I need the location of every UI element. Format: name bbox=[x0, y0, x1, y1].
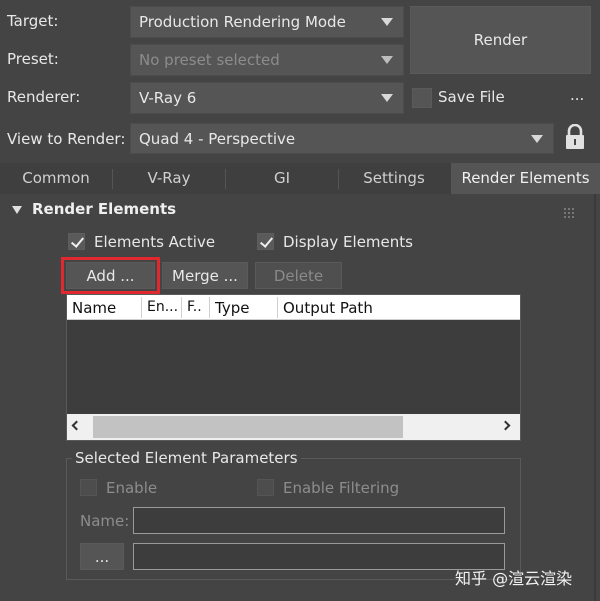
merge-button-label: Merge ... bbox=[172, 267, 238, 285]
watermark-text: 知乎 @渲云渲染 bbox=[455, 569, 573, 588]
column-header-enabled[interactable]: En... bbox=[147, 299, 178, 315]
elements-active-label: Elements Active bbox=[94, 233, 216, 251]
delete-button-label: Delete bbox=[273, 267, 324, 285]
view-to-render-value: Quad 4 - Perspective bbox=[139, 130, 296, 148]
preset-dropdown-value: No preset selected bbox=[139, 51, 280, 69]
save-file-label: Save File bbox=[438, 88, 505, 106]
rollout-right-border bbox=[594, 194, 596, 601]
column-divider bbox=[141, 297, 142, 318]
render-button-label: Render bbox=[473, 31, 528, 49]
column-header-output-path[interactable]: Output Path bbox=[283, 299, 373, 317]
enable-label: Enable bbox=[106, 479, 158, 497]
selected-params-title: Selected Element Parameters bbox=[72, 449, 301, 467]
add-button-label: Add ... bbox=[86, 267, 135, 285]
target-dropdown[interactable]: Production Rendering Mode bbox=[130, 6, 404, 38]
tab-bar: Common V-Ray GI Settings Render Elements bbox=[0, 163, 600, 194]
target-label: Target: bbox=[7, 12, 59, 30]
rollout-title[interactable]: Render Elements bbox=[32, 200, 176, 218]
target-dropdown-value: Production Rendering Mode bbox=[139, 13, 346, 31]
preset-dropdown[interactable]: No preset selected bbox=[130, 44, 404, 76]
column-header-type[interactable]: Type bbox=[215, 299, 249, 317]
display-elements-label: Display Elements bbox=[283, 233, 413, 251]
chevron-down-icon bbox=[381, 18, 393, 26]
name-field[interactable] bbox=[133, 507, 505, 534]
renderer-dropdown[interactable]: V-Ray 6 bbox=[130, 82, 404, 114]
elements-active-checkbox[interactable] bbox=[68, 233, 85, 250]
preset-label: Preset: bbox=[7, 50, 59, 68]
enable-checkbox[interactable] bbox=[80, 479, 97, 496]
output-path-field[interactable] bbox=[133, 543, 505, 570]
merge-button[interactable]: Merge ... bbox=[162, 262, 248, 289]
list-header: Name En... F.. Type Output Path bbox=[67, 295, 520, 320]
save-file-checkbox[interactable] bbox=[412, 88, 432, 108]
tab-settings[interactable]: Settings bbox=[339, 163, 449, 194]
scroll-left-icon[interactable] bbox=[71, 420, 82, 431]
display-elements-checkbox[interactable] bbox=[257, 233, 274, 250]
render-button[interactable]: Render bbox=[410, 6, 591, 74]
renderer-dropdown-value: V-Ray 6 bbox=[139, 89, 197, 107]
chevron-down-icon bbox=[381, 56, 393, 64]
lock-icon[interactable] bbox=[564, 123, 586, 150]
name-label: Name: bbox=[80, 512, 130, 530]
tab-gi[interactable]: GI bbox=[226, 163, 338, 194]
column-header-filter[interactable]: F.. bbox=[187, 299, 202, 315]
renderer-label: Renderer: bbox=[7, 88, 81, 106]
tab-render-elements[interactable]: Render Elements bbox=[451, 163, 600, 194]
tab-vray[interactable]: V-Ray bbox=[113, 163, 225, 194]
collapse-triangle-icon[interactable] bbox=[12, 206, 22, 214]
column-divider bbox=[181, 297, 182, 318]
view-to-render-label: View to Render: bbox=[7, 130, 126, 148]
elements-list[interactable]: Name En... F.. Type Output Path bbox=[66, 294, 521, 441]
column-divider bbox=[277, 297, 278, 318]
scroll-right-icon[interactable] bbox=[500, 420, 511, 431]
enable-filtering-label: Enable Filtering bbox=[283, 479, 400, 497]
view-to-render-dropdown[interactable]: Quad 4 - Perspective bbox=[130, 123, 554, 154]
chevron-down-icon bbox=[531, 135, 543, 143]
horizontal-scrollbar[interactable] bbox=[67, 414, 520, 440]
delete-button[interactable]: Delete bbox=[255, 262, 342, 289]
browse-path-button-label: ... bbox=[94, 548, 110, 566]
enable-filtering-checkbox[interactable] bbox=[257, 479, 274, 496]
grip-icon bbox=[564, 204, 574, 218]
add-button[interactable]: Add ... bbox=[66, 262, 155, 289]
tab-common[interactable]: Common bbox=[0, 163, 112, 194]
more-options-button[interactable]: ... bbox=[570, 86, 584, 104]
column-header-name[interactable]: Name bbox=[72, 299, 116, 317]
scrollbar-thumb[interactable] bbox=[93, 416, 403, 438]
browse-path-button[interactable]: ... bbox=[80, 543, 124, 570]
column-divider bbox=[209, 297, 210, 318]
chevron-down-icon bbox=[381, 94, 393, 102]
